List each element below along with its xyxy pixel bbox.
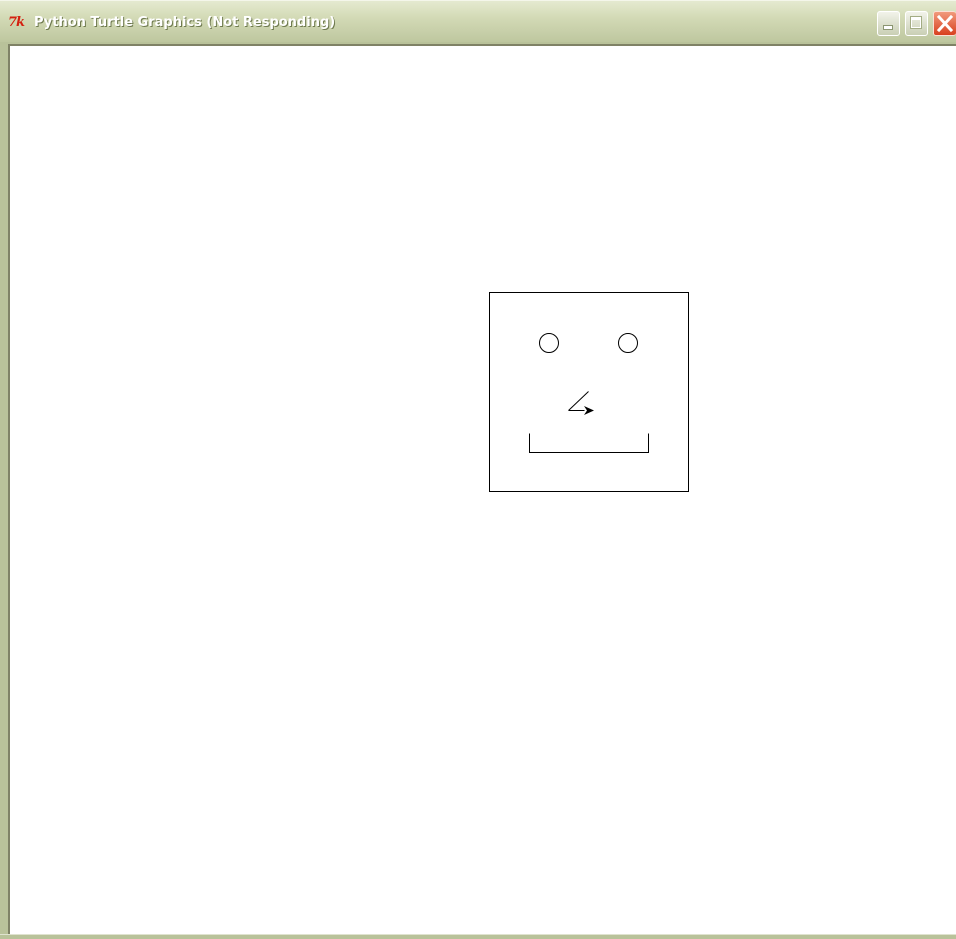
left-eye-circle xyxy=(539,333,559,353)
turtle-canvas[interactable] xyxy=(8,44,956,934)
face-square xyxy=(489,292,689,492)
mouth-bracket xyxy=(529,433,649,453)
window-title: Python Turtle Graphics (Not Responding) xyxy=(34,15,336,30)
right-eye-circle xyxy=(618,333,638,353)
maximize-icon xyxy=(911,17,921,28)
window-bottom-border[interactable] xyxy=(0,934,956,939)
close-button[interactable] xyxy=(933,11,956,36)
turtle-arrow-cursor xyxy=(584,406,594,415)
turtle-drawing xyxy=(489,292,689,492)
maximize-button[interactable] xyxy=(905,11,928,36)
tk-feather-icon[interactable]: 7k xyxy=(8,15,30,31)
minimize-button[interactable] xyxy=(877,11,900,36)
title-bar[interactable]: 7k Python Turtle Graphics (Not Respondin… xyxy=(0,0,956,42)
minimize-icon xyxy=(884,26,892,29)
turtle-window: 7k Python Turtle Graphics (Not Respondin… xyxy=(0,0,956,939)
close-icon xyxy=(936,14,954,33)
